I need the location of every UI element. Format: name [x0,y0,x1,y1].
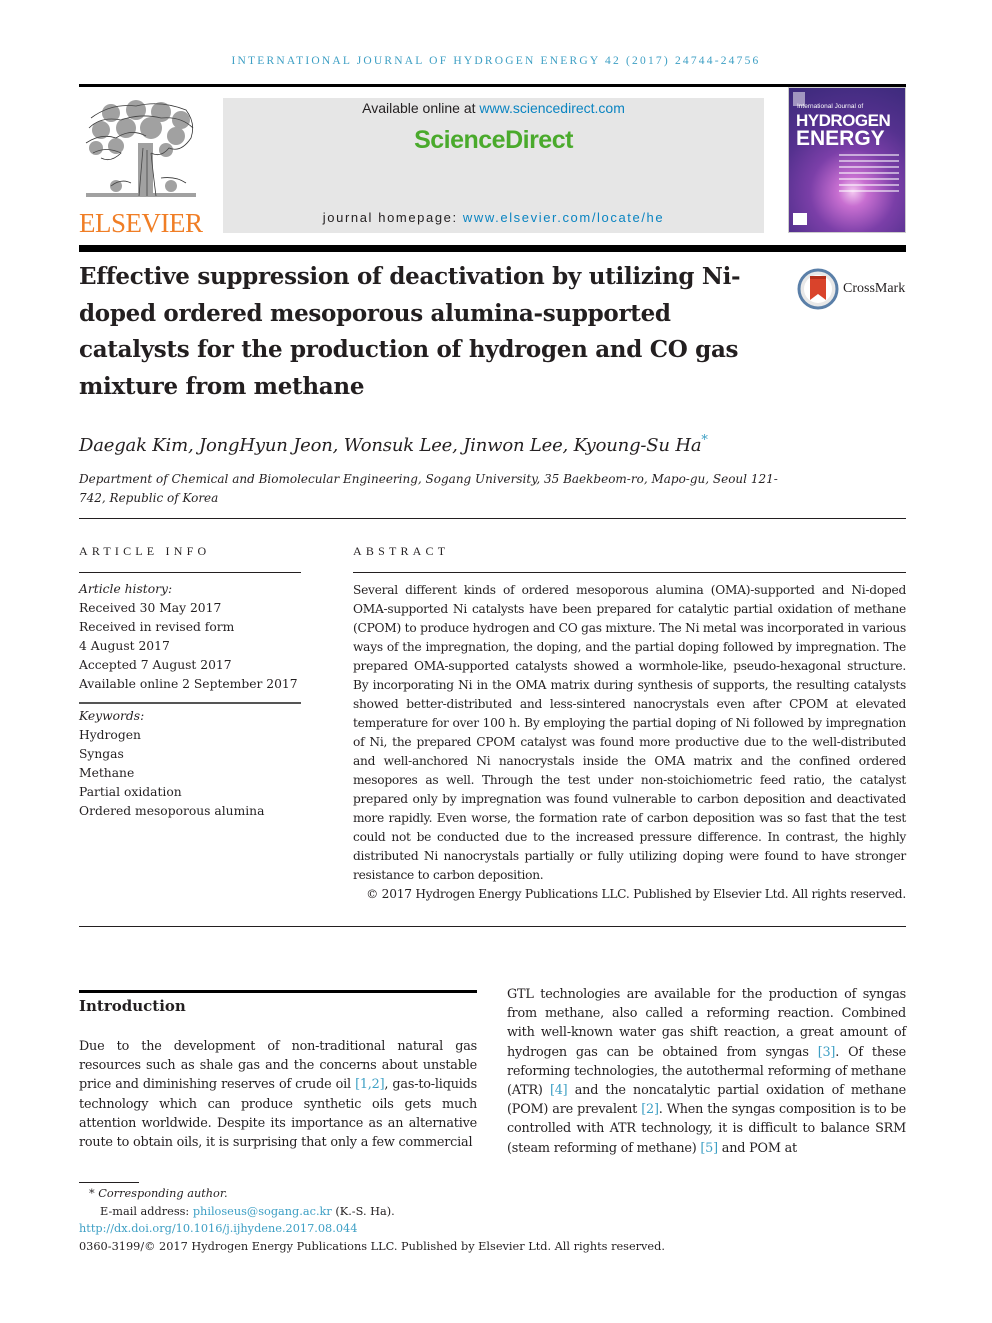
affiliation-rule [79,518,906,519]
keyword-item: Methane [79,766,135,780]
elsevier-tree-icon [81,98,199,202]
article-info-heading: ARTICLE INFO [79,544,211,558]
abstract-text: Several different kinds of ordered mesop… [353,583,906,882]
citation-link[interactable]: [2] [641,1102,659,1117]
journal-homepage: journal homepage: www.elsevier.com/locat… [223,210,764,225]
article-history-label: Article history: [79,582,173,596]
history-item: Available online 2 September 2017 [79,677,298,691]
title-rule [79,245,906,252]
available-online-label: Available online at [362,100,480,116]
email-label: E-mail address: [100,1204,193,1218]
journal-homepage-link[interactable]: www.elsevier.com/locate/he [463,210,664,225]
authors-text: Daegak Kim, JongHyun Jeon, Wonsuk Lee, J… [79,435,702,456]
history-item: Received in revised form [79,620,235,634]
crossmark-icon [797,268,839,310]
keyword-item: Syngas [79,747,124,761]
sciencedirect-link[interactable]: www.sciencedirect.com [479,100,625,116]
journal-homepage-label: journal homepage: [322,210,463,225]
citation-link[interactable]: [1,2] [355,1077,385,1092]
keyword-item: Ordered mesoporous alumina [79,804,265,818]
keyword-item: Hydrogen [79,728,141,742]
keywords-label: Keywords: [79,709,145,723]
available-online: Available online at www.sciencedirect.co… [223,100,764,116]
elsevier-wordmark: ELSEVIER [79,208,203,238]
introduction-left-column: Due to the development of non-traditiona… [79,1037,477,1152]
cover-editors-decoration [839,154,899,196]
footnote-rule [79,1182,139,1183]
article-title: Effective suppression of deactivation by… [79,263,741,400]
citation-link[interactable]: [4] [550,1083,568,1098]
keywords: Keywords: Hydrogen Syngas Methane Partia… [79,707,301,821]
corresponding-author-marker[interactable]: * [701,433,708,448]
author-list: Daegak Kim, JongHyun Jeon, Wonsuk Lee, J… [79,433,708,456]
body-text-run: and POM at [717,1140,797,1156]
crossmark-button[interactable]: CrossMark [797,268,912,310]
elsevier-logo[interactable]: ELSEVIER [79,98,203,238]
email-suffix: (K.-S. Ha). [331,1204,395,1218]
article-info-rule [79,572,301,573]
abstract-panel: Several different kinds of ordered mesop… [353,572,906,904]
email-link[interactable]: philoseus@sogang.ac.kr [193,1205,332,1218]
history-item: Accepted 7 August 2017 [79,658,232,672]
citation-link[interactable]: [5] [700,1141,718,1156]
introduction-rule [79,990,477,993]
doi-link[interactable]: http://dx.doi.org/10.1016/j.ijhydene.201… [79,1220,779,1238]
keywords-rule [79,702,301,704]
issn-copyright: 0360-3199/© 2017 Hydrogen Energy Publica… [79,1239,665,1253]
introduction-heading: Introduction [79,997,186,1015]
citation-link[interactable]: [3] [818,1045,836,1060]
cover-he-icon [793,213,807,225]
corresponding-author-note: * Corresponding author. [89,1187,228,1200]
abstract-end-rule [79,926,906,927]
header-rule [79,84,906,87]
article-history: Article history: Received 30 May 2017 Re… [79,580,301,694]
history-item: Received 30 May 2017 [79,601,222,615]
footnotes: * Corresponding author. E-mail address: … [79,1185,779,1255]
cover-journal-line: International Journal of [797,103,864,110]
introduction-right-column: GTL technologies are available for the p… [507,985,906,1158]
crossmark-label: CrossMark [843,281,906,296]
journal-cover-image[interactable]: International Journal of HYDROGEN ENERGY [788,87,906,233]
sciencedirect-logo[interactable]: ScienceDirect [223,126,764,155]
cover-energy-line: ENERGY [796,127,885,150]
abstract-heading: ABSTRACT [353,544,450,558]
article-info-panel: Article history: Received 30 May 2017 Re… [79,572,301,821]
email-note: E-mail address: philoseus@sogang.ac.kr (… [79,1203,779,1221]
sciencedirect-banner: Available online at www.sciencedirect.co… [223,98,764,233]
abstract-copyright: © 2017 Hydrogen Energy Publications LLC.… [366,887,906,901]
affiliation: Department of Chemical and Biomolecular … [79,472,778,505]
abstract-rule [353,572,906,573]
running-head: INTERNATIONAL JOURNAL OF HYDROGEN ENERGY… [231,55,761,67]
keyword-item: Partial oxidation [79,785,182,799]
history-item: 4 August 2017 [79,639,170,653]
